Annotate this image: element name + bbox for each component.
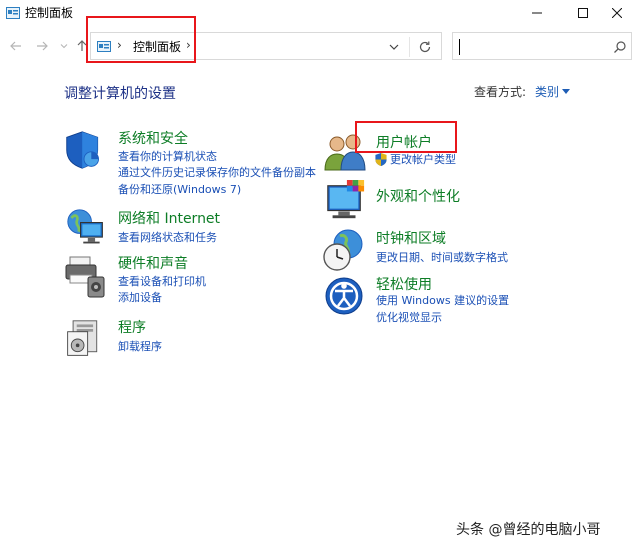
- view-by-dropdown[interactable]: 类别: [535, 84, 559, 100]
- user-accounts-highlight-box: [355, 121, 457, 153]
- network-globe-icon[interactable]: [64, 208, 108, 248]
- minimize-icon: [532, 12, 542, 14]
- text-caret: [459, 39, 460, 55]
- task-link[interactable]: 添加设备: [118, 291, 162, 305]
- search-icon[interactable]: [613, 40, 627, 54]
- category-title[interactable]: 硬件和声音: [118, 255, 188, 273]
- close-button[interactable]: [594, 0, 640, 26]
- category-title[interactable]: 程序: [118, 319, 146, 337]
- task-link[interactable]: 查看你的计算机状态: [118, 150, 217, 164]
- category-title[interactable]: 外观和个性化: [376, 188, 460, 206]
- clock-globe-icon[interactable]: [322, 228, 366, 272]
- watermark: 头条 @曾经的电脑小哥: [456, 522, 601, 538]
- arrow-right-icon: [37, 41, 48, 51]
- task-link[interactable]: 卸载程序: [118, 340, 162, 354]
- maximize-icon: [578, 8, 588, 18]
- category-title[interactable]: 网络和 Internet: [118, 210, 220, 228]
- minimize-button[interactable]: [514, 0, 560, 26]
- window-title: 控制面板: [25, 6, 74, 20]
- ease-of-access-icon[interactable]: [322, 276, 366, 320]
- category-title[interactable]: 轻松使用: [376, 276, 432, 294]
- caret-down-icon[interactable]: [562, 89, 570, 94]
- programs-icon[interactable]: [64, 318, 104, 360]
- page-title: 调整计算机的设置: [64, 86, 176, 102]
- shield-icon[interactable]: [64, 128, 104, 172]
- back-button[interactable]: [8, 38, 24, 54]
- search-input[interactable]: [452, 32, 632, 60]
- uac-shield-icon: [375, 153, 387, 166]
- category-title[interactable]: 时钟和区域: [376, 230, 446, 248]
- forward-button[interactable]: [34, 38, 50, 54]
- task-link[interactable]: 查看设备和打印机: [118, 275, 206, 289]
- address-highlight-box: [86, 16, 196, 63]
- task-link[interactable]: 查看网络状态和任务: [118, 231, 217, 245]
- task-link[interactable]: 通过文件历史记录保存你的文件备份副本: [118, 166, 316, 180]
- control-panel-icon: [6, 7, 20, 19]
- task-link[interactable]: 优化视觉显示: [376, 311, 442, 325]
- recent-locations-button[interactable]: [56, 38, 72, 54]
- chevron-down-icon: [60, 44, 68, 49]
- chevron-down-icon[interactable]: [387, 40, 401, 54]
- category-title[interactable]: 系统和安全: [118, 130, 188, 148]
- view-by-label: 查看方式:: [474, 85, 527, 99]
- arrow-left-icon: [10, 41, 21, 51]
- appearance-monitor-icon[interactable]: [322, 180, 368, 222]
- refresh-icon[interactable]: [417, 39, 433, 55]
- printer-icon[interactable]: [64, 255, 108, 299]
- task-link[interactable]: 更改日期、时间或数字格式: [376, 251, 508, 265]
- address-divider: [409, 37, 410, 57]
- close-icon: [612, 8, 622, 18]
- task-link[interactable]: 使用 Windows 建议的设置: [376, 294, 509, 308]
- task-link[interactable]: 备份和还原(Windows 7): [118, 183, 241, 197]
- task-link[interactable]: 更改帐户类型: [390, 153, 456, 167]
